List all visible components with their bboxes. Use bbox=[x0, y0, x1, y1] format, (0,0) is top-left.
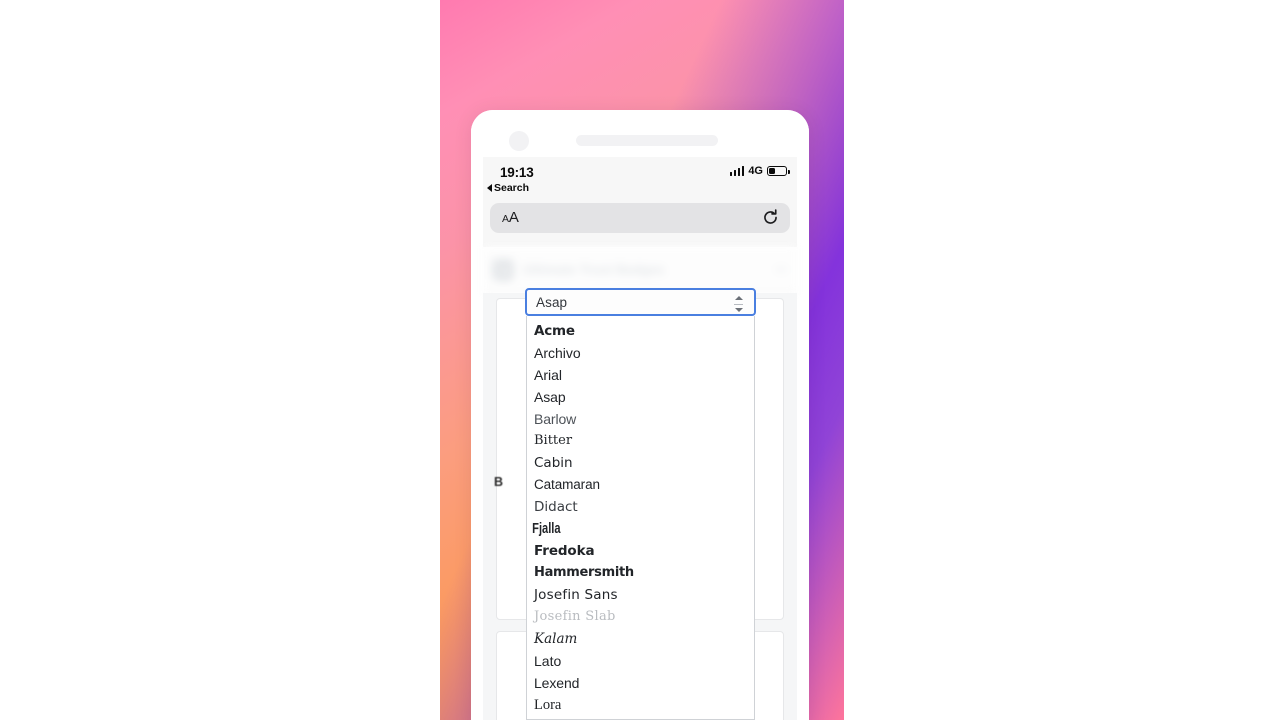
font-dropdown-list[interactable]: Acme Archivo Arial Asap Barlow Bitter Cabin Cat… bbox=[526, 316, 755, 720]
font-option-fredoka[interactable]: Fredoka bbox=[527, 540, 754, 562]
font-option-merriweather[interactable]: Merriweather bbox=[527, 716, 754, 719]
font-option-hammersmith[interactable]: Hammersmith bbox=[527, 562, 754, 584]
text-size-icon[interactable]: AA bbox=[502, 209, 519, 228]
font-option-josefin-sans[interactable]: Josefin Sans bbox=[527, 584, 754, 606]
back-to-search-button[interactable]: Search bbox=[487, 182, 529, 194]
screenshot-root: Font control Further stylize your badges… bbox=[0, 0, 1280, 720]
app-menu-icon[interactable]: ••• bbox=[775, 264, 787, 276]
settings-card-secondary-label: B bbox=[494, 475, 504, 489]
font-select[interactable]: Asap bbox=[525, 288, 756, 316]
signal-bars-icon bbox=[729, 166, 745, 176]
font-option-lexend[interactable]: Lexend bbox=[527, 672, 754, 694]
app-header-blurred: Ultimate Trust Badges ••• bbox=[483, 247, 797, 293]
font-option-bitter[interactable]: Bitter bbox=[527, 430, 754, 452]
font-option-didact[interactable]: Didact bbox=[527, 496, 754, 518]
font-option-arial[interactable]: Arial bbox=[527, 364, 754, 386]
stepper-updown-icon[interactable] bbox=[734, 296, 743, 312]
stepper-divider bbox=[734, 303, 743, 305]
font-option-josefin-slab[interactable]: Josefin Slab bbox=[527, 606, 754, 628]
promo-subtitle: Further stylize your badges text with ou… bbox=[16, 49, 388, 88]
status-time: 19:13 bbox=[500, 165, 534, 180]
status-indicators: 4G bbox=[729, 165, 790, 177]
phone-camera-icon bbox=[509, 131, 529, 151]
font-option-asap[interactable]: Asap bbox=[527, 386, 754, 408]
browser-chrome: 19:13 Search 4G AA bbox=[483, 157, 797, 247]
phone-top-bezel bbox=[471, 110, 809, 157]
font-option-catamaran[interactable]: Catamaran bbox=[527, 474, 754, 496]
status-bar: 19:13 Search 4G bbox=[483, 157, 797, 196]
font-select-value: Asap bbox=[536, 295, 568, 310]
font-option-kalam[interactable]: Kalam bbox=[527, 628, 754, 650]
reload-icon[interactable] bbox=[761, 208, 780, 227]
battery-icon bbox=[767, 166, 790, 176]
stepper-down-icon bbox=[734, 308, 743, 312]
font-option-archivo[interactable]: Archivo bbox=[527, 342, 754, 364]
stepper-up-icon bbox=[734, 296, 743, 300]
promo-title: Font control bbox=[142, 17, 262, 40]
font-dropdown-options: Acme Archivo Arial Asap Barlow Bitter Cabin Cat… bbox=[527, 316, 754, 719]
network-label: 4G bbox=[748, 165, 763, 177]
triangle-left-icon bbox=[487, 184, 492, 192]
font-option-cabin[interactable]: Cabin bbox=[527, 452, 754, 474]
shield-logo-icon bbox=[491, 258, 514, 281]
promo-text-block: Font control Further stylize your badges… bbox=[0, 16, 404, 89]
font-option-acme[interactable]: Acme bbox=[527, 320, 754, 342]
font-option-fjalla[interactable]: Fjalla bbox=[527, 518, 695, 540]
font-option-lato[interactable]: Lato bbox=[527, 650, 754, 672]
font-option-lora[interactable]: Lora bbox=[527, 694, 754, 716]
browser-url-bar[interactable]: AA bbox=[490, 203, 790, 233]
phone-speaker-grille-icon bbox=[576, 135, 718, 146]
app-title: Ultimate Trust Badges bbox=[523, 262, 665, 277]
font-option-barlow[interactable]: Barlow bbox=[527, 408, 754, 430]
back-to-search-label: Search bbox=[494, 182, 530, 194]
